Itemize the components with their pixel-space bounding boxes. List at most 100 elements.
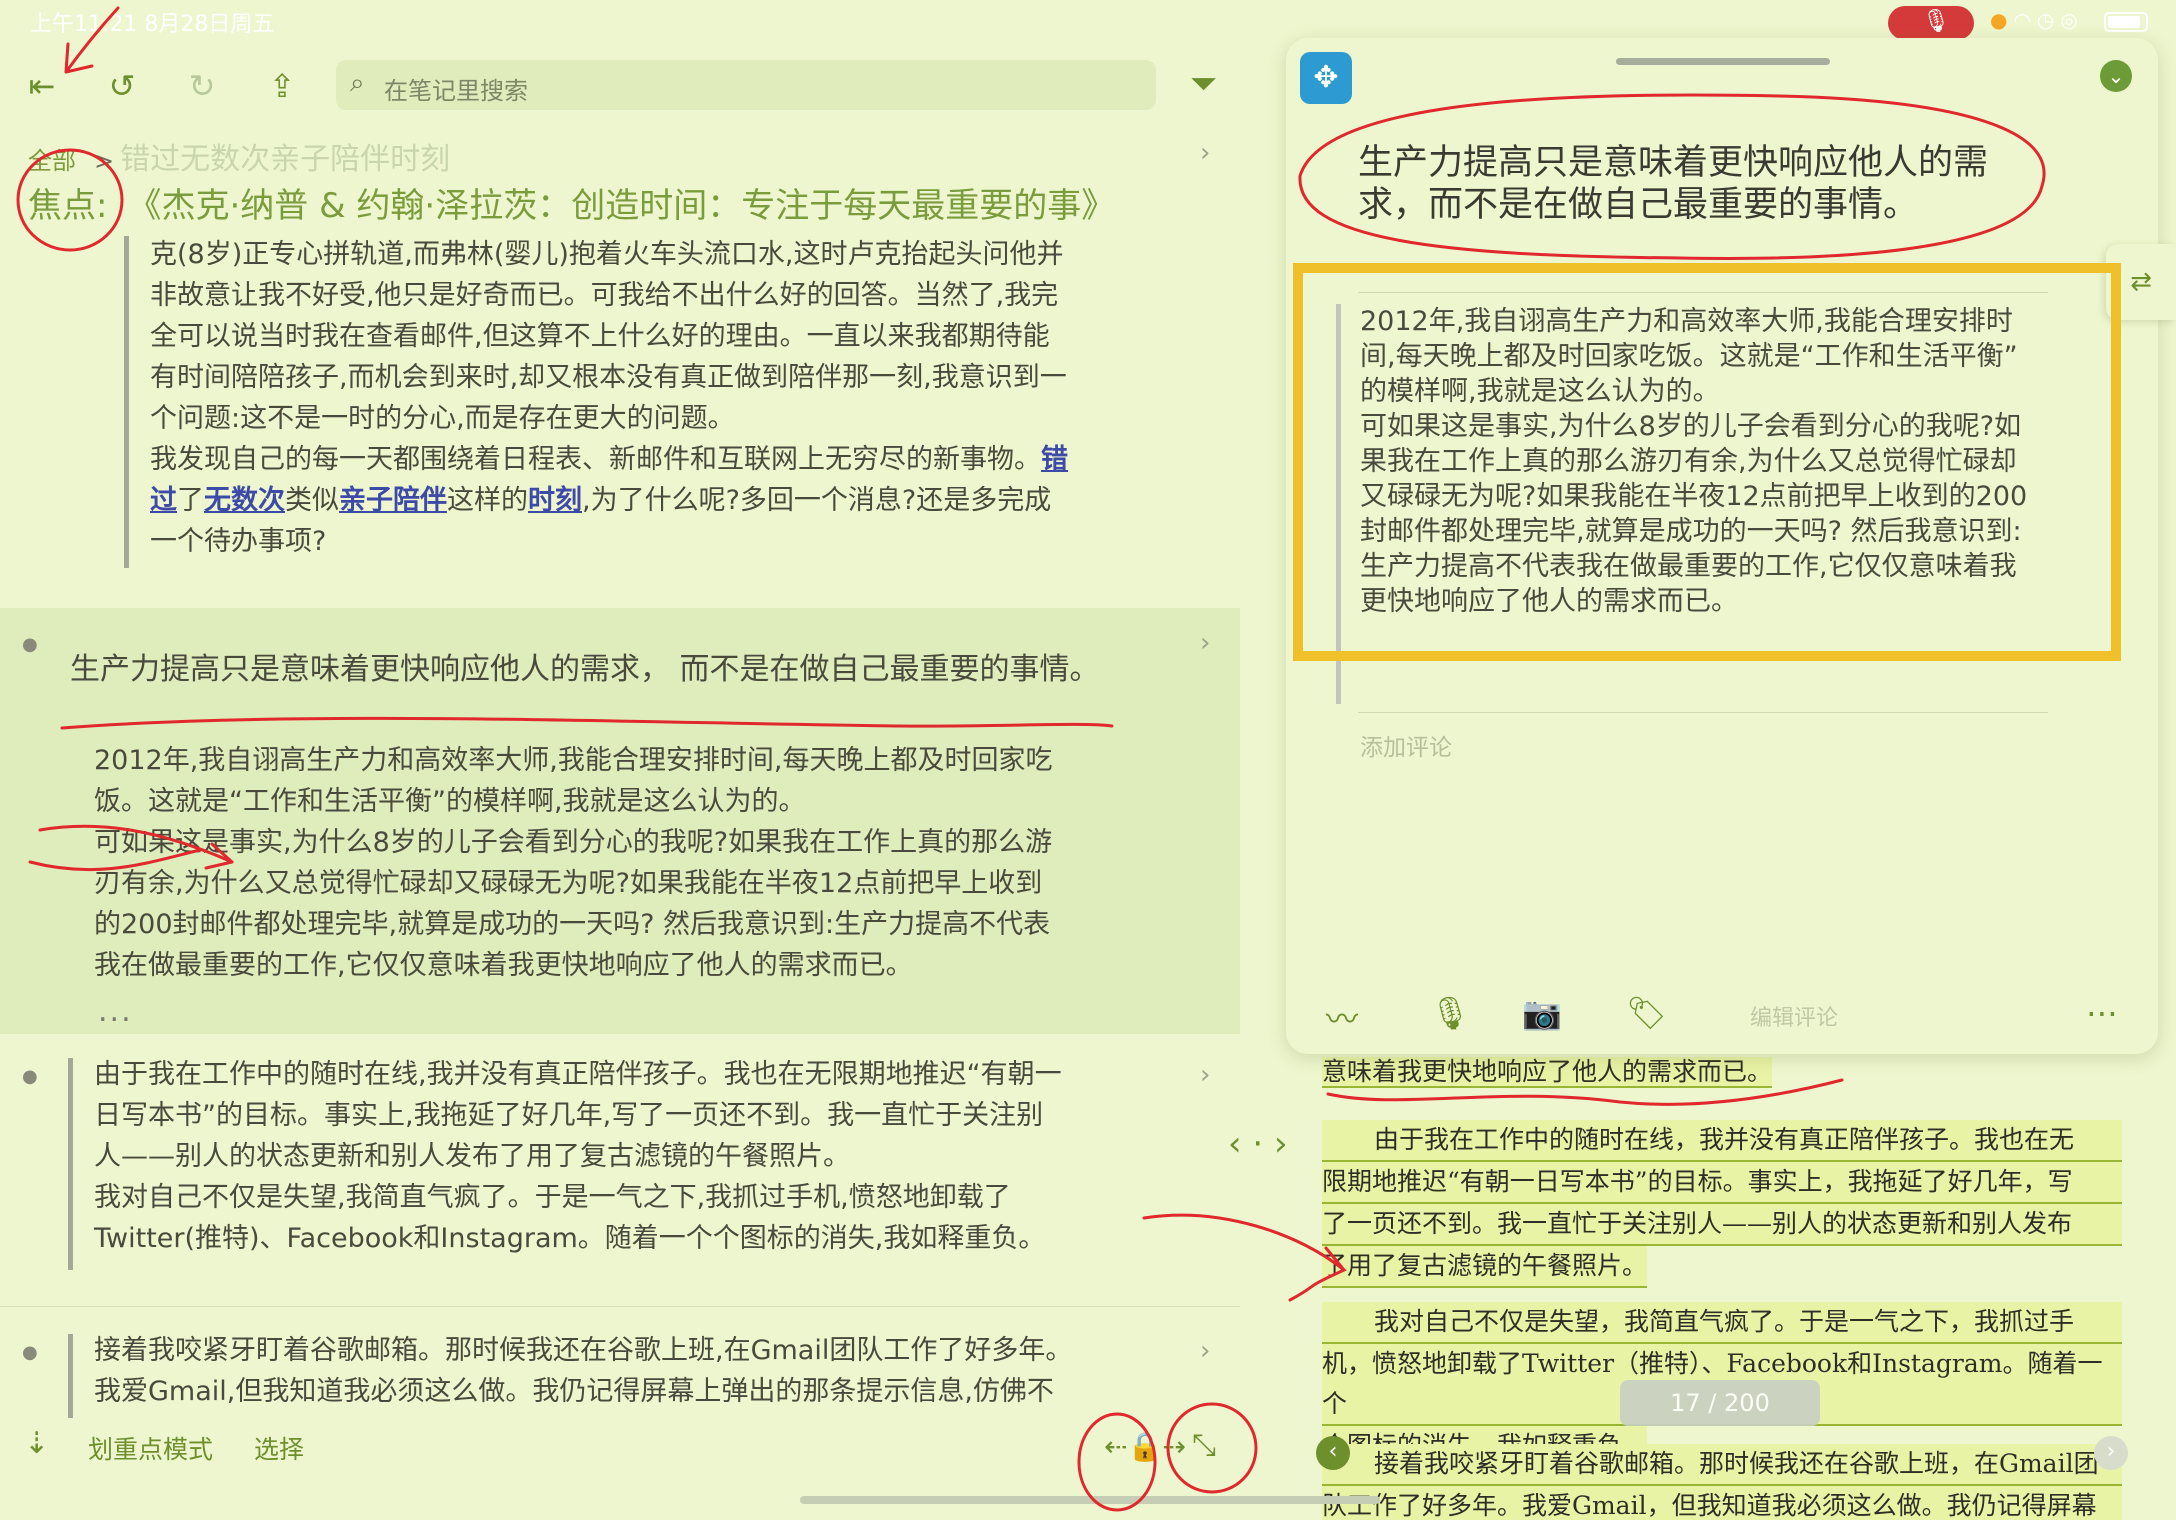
status-time: 上午11:21 8月28日周五 — [30, 12, 275, 37]
home-indicator — [800, 1496, 1380, 1504]
redo-icon[interactable]: ↻ — [180, 64, 224, 108]
note-detail-card: ✥ ⌄ 生产力提高只是意味着更快响应他人的需求，而不是在做自己最重要的事情。 2… — [1286, 38, 2158, 1054]
divider — [0, 1306, 1240, 1307]
note-line: Twitter(推特)、Facebook和Instagram。随着一个个图标的消… — [94, 1223, 1046, 1254]
card-excerpt: 2012年,我自诩高生产力和高效率大师,我能合理安排时 间,每天晚上都及时回家吃… — [1360, 304, 2060, 619]
note-line: 我发现自己的每一天都围绕着日程表、新邮件和互联网上无穷尽的新事物。错 — [150, 439, 1150, 480]
reader-line[interactable]: 了用了复古滤镜的午餐照片。 — [1322, 1246, 1648, 1288]
reader-line[interactable]: 队工作了好多年。我爱Gmail，但我知道我必须这么做。我仍记得屏幕 — [1322, 1486, 2122, 1520]
note-line: 人——别人的状态更新和别人发布了用了复古滤镜的午餐照片。 — [94, 1141, 850, 1172]
filter-icon[interactable]: ⏷ — [1190, 64, 1217, 104]
search-input[interactable]: ⌕ 在笔记里搜索 — [336, 60, 1156, 110]
undo-icon[interactable]: ↺ — [100, 64, 144, 108]
more-icon[interactable]: ⋯ — [2086, 994, 2118, 1032]
reader-highlight[interactable]: 意味着我更快地响应了他人的需求而已。 — [1322, 1057, 1773, 1088]
notes-toolbar: ⇤ ↺ ↻ ⇪ ⌕ 在笔记里搜索 ⏷ — [0, 42, 1250, 130]
move-icon[interactable]: ✥ — [1300, 52, 1352, 104]
sort-icon[interactable]: ⇣ — [24, 1426, 49, 1461]
excerpt-line: 生产力提高不代表我在做最重要的工作,它仅仅意味着我 — [1360, 551, 2017, 582]
note-line: 2012年,我自诩高生产力和高效率大师,我能合理安排时间,每天晚上都及时回家吃 — [94, 745, 1053, 776]
note-item[interactable]: ● › 由于我在工作中的随时在线,我并没有真正陪伴孩子。我也在无限期地推迟“有朝… — [0, 1052, 1250, 1322]
chevron-right-icon[interactable]: › — [1200, 1060, 1210, 1090]
chevron-down-icon[interactable]: ⌄ — [2100, 60, 2132, 92]
translate-icon[interactable]: ⇄ — [2106, 244, 2176, 320]
highlight-mode-button[interactable]: 划重点模式 — [88, 1430, 213, 1466]
note-excerpt: 克(8岁)正专心拼轨道,而弗林(婴儿)抱着火车头流口水,这时卢克抬起头问他并 非… — [150, 234, 1150, 562]
keyword-highlight: 错 — [1041, 444, 1068, 475]
edit-comment-button[interactable]: 编辑评论 — [1750, 1000, 1838, 1032]
excerpt-line: 更快地响应了他人的需求而已。 — [1360, 586, 1738, 617]
note-excerpt: 接着我咬紧牙盯着谷歌邮箱。那时候我还在谷歌上班,在Gmail团队工作了好多年。 … — [94, 1330, 1194, 1412]
excerpt-line: 间,每天晚上都及时回家吃饭。这就是“工作和生活平衡” — [1360, 341, 2018, 372]
excerpt-line: 可如果这是事实,为什么8岁的儿子会看到分心的我呢?如 — [1360, 411, 2022, 442]
note-line: 我在做最重要的工作,它仅仅意味着我更快地响应了他人的需求而已。 — [94, 950, 913, 981]
previous-page-icon[interactable]: ‹ — [1316, 1436, 1350, 1470]
quote-bar — [124, 236, 129, 568]
breadcrumb-separator: > — [94, 147, 115, 175]
reader-paragraph: 意味着我更快地响应了他人的需求而已。 — [1322, 1052, 2122, 1092]
chevron-right-icon[interactable]: › — [1200, 1336, 1210, 1366]
note-line: 过了无数次类似亲子陪伴这样的时刻,为了什么呢?多回一个消息?还是多完成 — [150, 480, 1150, 521]
comment-input[interactable]: 添加评论 — [1360, 728, 1452, 762]
tag-icon[interactable]: 🏷 — [1626, 994, 1667, 1032]
excerpt-line: 2012年,我自诩高生产力和高效率大师,我能合理安排时 — [1360, 306, 2013, 337]
keyword-highlight: 过 — [150, 485, 177, 516]
note-line: 接着我咬紧牙盯着谷歌邮箱。那时候我还在谷歌上班,在Gmail团队工作了好多年。 — [94, 1335, 1073, 1366]
next-page-icon[interactable]: › — [2094, 1436, 2128, 1470]
camera-icon[interactable]: 📷 — [1522, 994, 1562, 1032]
focus-book-title[interactable]: 《杰克·纳普 & 约翰·泽拉茨：创造时间：专注于每天最重要的事》 — [127, 186, 1115, 226]
note-line: 个问题:这不是一时的分心,而是存在更大的问题。 — [150, 403, 735, 434]
search-icon: ⌕ — [350, 68, 365, 98]
breadcrumb-root[interactable]: 全部 — [28, 147, 76, 175]
note-text: 我发现自己的每一天都围绕着日程表、新邮件和互联网上无穷尽的新事物。 — [150, 444, 1041, 475]
chevron-right-icon[interactable]: › — [1200, 628, 1210, 658]
quote-bar — [1336, 304, 1341, 704]
breadcrumb-current[interactable]: 错过无数次亲子陪伴时刻 — [120, 142, 450, 177]
quote-bar — [68, 1058, 73, 1270]
note-item[interactable]: 克(8岁)正专心拼轨道,而弗林(婴儿)抱着火车头流口水,这时卢克抬起头问他并 非… — [0, 234, 1250, 604]
bullet-dot: ● — [22, 634, 38, 655]
lock-scroll-icon[interactable]: ⇠🔒⇢ — [1104, 1430, 1186, 1463]
note-line: 非故意让我不好受,他只是好奇而已。可我给不出什么好的回答。当然了,我完 — [150, 280, 1059, 311]
keyword-highlight: 亲子陪伴 — [339, 485, 447, 516]
reader-line[interactable]: 接着我咬紧牙盯着谷歌邮箱。那时候我还在谷歌上班，在Gmail团 — [1322, 1444, 2122, 1486]
note-line: 由于我在工作中的随时在线,我并没有真正陪伴孩子。我也在无限期地推迟“有朝一 — [94, 1059, 1062, 1090]
reader-line[interactable]: 了一页还不到。我一直忙于关注别人——别人的状态更新和别人发布 — [1322, 1204, 2122, 1246]
bullet-dot: ● — [22, 1066, 38, 1087]
reader-line[interactable]: 由于我在工作中的随时在线，我并没有真正陪伴孩子。我也在无 — [1322, 1120, 2122, 1162]
search-placeholder: 在笔记里搜索 — [384, 77, 528, 105]
collapse-icon[interactable]: ⤡ — [1192, 1428, 1216, 1463]
note-item-selected[interactable]: ● › 生产力提高只是意味着更快响应他人的需求， 而不是在做自己最重要的事情。 … — [0, 608, 1240, 1034]
note-excerpt: 由于我在工作中的随时在线,我并没有真正陪伴孩子。我也在无限期地推迟“有朝一 日写… — [94, 1054, 1194, 1259]
chevron-right-icon[interactable]: › — [1200, 138, 1210, 168]
divider — [1358, 712, 2048, 713]
reader-line[interactable]: 我对自己不仅是失望，我简直气疯了。于是一气之下，我抓过手 — [1322, 1302, 2122, 1344]
notes-panel: ⇤ ↺ ↻ ⇪ ⌕ 在笔记里搜索 ⏷ 全部 > 错过无数次亲子陪伴时刻 › 焦点: 《… — [0, 42, 1250, 1482]
excerpt-line: 的模样啊,我就是这么认为的。 — [1360, 376, 1720, 407]
drag-handle[interactable] — [1616, 58, 1830, 65]
share-icon[interactable]: ⇪ — [260, 64, 304, 108]
divider — [1358, 292, 2048, 293]
excerpt-line: 封邮件都处理完毕,就算是成功的一天吗? 然后我意识到: — [1360, 516, 2022, 547]
note-line: 克(8岁)正专心拼轨道,而弗林(婴儿)抱着火车头流口水,这时卢克抬起头问他并 — [150, 239, 1064, 270]
sidebar-collapse-icon[interactable]: ⇤ — [20, 64, 64, 108]
select-button[interactable]: 选择 — [254, 1430, 304, 1466]
note-line: 一个待办事项? — [150, 526, 327, 557]
card-toolbar: 〰 🎙 📷 🏷 编辑评论 ⋯ — [1286, 994, 2158, 1050]
reader-paragraph: 由于我在工作中的随时在线，我并没有真正陪伴孩子。我也在无 限期地推迟“有朝一日写… — [1322, 1120, 2122, 1288]
page-indicator: 17 / 200 — [1620, 1380, 1820, 1426]
handwriting-icon[interactable]: 〰 — [1326, 994, 1358, 1040]
note-item[interactable]: ● › 接着我咬紧牙盯着谷歌邮箱。那时候我还在谷歌上班,在Gmail团队工作了好… — [0, 1328, 1250, 1418]
bullet-dot: ● — [22, 1342, 38, 1363]
note-line: 饭。这就是“工作和生活平衡”的模样啊,我就是这么认为的。 — [94, 786, 806, 817]
note-line: 我爱Gmail,但我知道我必须这么做。我仍记得屏幕上弹出的那条提示信息,仿佛不 — [94, 1376, 1054, 1407]
excerpt-line: 果我在工作上真的那么游刃有余,为什么又总觉得忙碌却 — [1360, 446, 2017, 477]
note-text: 了 — [177, 485, 204, 516]
note-line: 刃有余,为什么又总觉得忙碌却又碌碌无为呢?如果我能在半夜12点前把早上收到 — [94, 868, 1043, 899]
reader-line[interactable]: 限期地推迟“有朝一日写本书”的目标。事实上，我拖延了好几年，写 — [1322, 1162, 2122, 1204]
note-line: 有时间陪陪孩子,而机会到来时,却又根本没有真正做到陪伴那一刻,我意识到一 — [150, 362, 1067, 393]
breadcrumb: 全部 > 错过无数次亲子陪伴时刻 — [28, 134, 450, 178]
note-line: 日写本书”的目标。事实上,我拖延了好几年,写了一页还不到。我一直忙于关注别 — [94, 1100, 1044, 1131]
more-indicator[interactable]: ... — [98, 994, 133, 1029]
microphone-icon[interactable]: 🎙 — [1430, 994, 1471, 1032]
